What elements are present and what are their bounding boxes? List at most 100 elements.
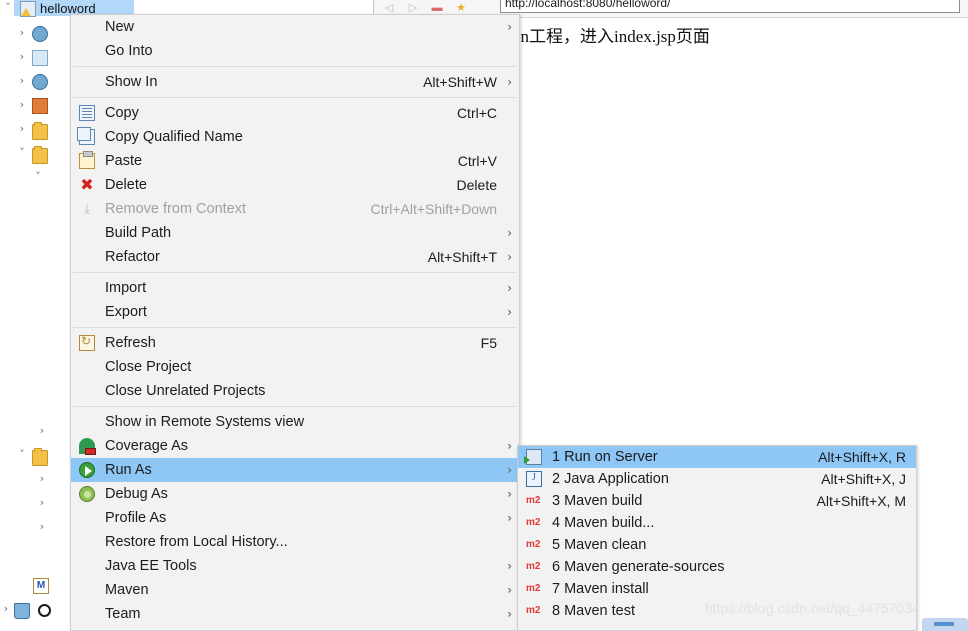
menu-item-shortcut: Ctrl+V [457, 153, 497, 169]
screen: ◁ ▷ ▬ ★ http://localhost:8080/helloword/… [0, 0, 968, 631]
chevron-right-icon[interactable]: › [16, 122, 28, 135]
menu-item-label: Build Path [105, 225, 172, 241]
menu-item-run-as[interactable]: Run As › [71, 458, 519, 482]
menu-item-refactor[interactable]: Refactor Alt+Shift+T › [71, 245, 519, 269]
menu-item-label: Import [105, 280, 147, 296]
copy-qualified-name-icon [77, 127, 95, 145]
chevron-right-icon[interactable]: › [36, 424, 48, 437]
submenu-item-3-maven-build[interactable]: m2 3 Maven build Alt+Shift+X, M [518, 490, 916, 512]
chevron-right-icon[interactable]: › [16, 50, 28, 63]
submenu-item-7-maven-install[interactable]: m2 7 Maven install [518, 578, 916, 600]
menu-item-shortcut: Delete [456, 177, 497, 193]
menu-item-shortcut: Alt+Shift+T [427, 249, 497, 265]
javascript-resources-icon [32, 74, 48, 90]
menu-item-close-project[interactable]: Close Project [71, 355, 519, 379]
chevron-right-icon: › [507, 75, 512, 89]
submenu-item-5-maven-clean[interactable]: m2 5 Maven clean [518, 534, 916, 556]
menu-item-coverage-as[interactable]: Coverage As › [71, 434, 519, 458]
folder-open-icon [32, 448, 48, 466]
menu-item-label: Close Unrelated Projects [105, 383, 266, 399]
menu-item-label: Paste [105, 153, 143, 169]
java-resources-icon [32, 50, 48, 66]
menu-item-build-path[interactable]: Build Path › [71, 221, 519, 245]
submenu-item-label: 2 Java Application [552, 471, 669, 487]
menu-item-refresh[interactable]: Refresh F5 [71, 331, 519, 355]
chevron-right-icon[interactable]: › [36, 520, 48, 533]
menu-item-shortcut: Ctrl+Alt+Shift+Down [370, 201, 497, 217]
url-input[interactable]: http://localhost:8080/helloword/ [500, 0, 960, 13]
submenu-item-label: 3 Maven build [552, 493, 643, 509]
menu-item-team[interactable]: Team › [71, 602, 519, 626]
menu-item-delete[interactable]: ✖ Delete Delete [71, 173, 519, 197]
m2-icon: m2 [526, 561, 541, 572]
forward-arrow-icon[interactable]: ▷ [406, 1, 420, 15]
page-body-text: en工程，进入index.jsp页面 [513, 27, 710, 46]
chevron-right-icon: › [507, 607, 512, 621]
copy-icon [79, 105, 95, 121]
deployment-descriptor-icon [32, 26, 48, 42]
menu-item-debug-as[interactable]: Debug As › [71, 482, 519, 506]
menu-item-label: Close Project [105, 359, 192, 375]
submenu-item-label: 1 Run on Server [552, 449, 658, 465]
menu-item-maven[interactable]: Maven › [71, 578, 519, 602]
menu-item-paste[interactable]: Paste Ctrl+V [71, 149, 519, 173]
menu-item-label: Refresh [105, 335, 156, 351]
submenu-item-label: 8 Maven test [552, 603, 636, 619]
submenu-item-label: 7 Maven install [552, 581, 649, 597]
m2-icon: m2 [526, 495, 541, 506]
menu-separator [73, 97, 517, 98]
menu-item-export[interactable]: Export › [71, 300, 519, 324]
menu-item-go-into[interactable]: Go Into [71, 39, 519, 63]
submenu-item-6-maven-generate-sources[interactable]: m2 6 Maven generate-sources [518, 556, 916, 578]
menu-item-show-in[interactable]: Show In Alt+Shift+W › [71, 70, 519, 94]
menu-item-show-in-remote-systems-view[interactable]: Show in Remote Systems view [71, 410, 519, 434]
menu-item-compare-with[interactable]: Compare With› [71, 626, 519, 631]
menu-item-label: Export [105, 304, 147, 320]
menu-item-import[interactable]: Import › [71, 276, 519, 300]
menu-item-close-unrelated-projects[interactable]: Close Unrelated Projects [71, 379, 519, 403]
chevron-down-icon[interactable]: ˅ [16, 448, 28, 461]
java-project-icon [20, 1, 36, 17]
menu-item-remove-from-context: ⤓ Remove from Context Ctrl+Alt+Shift+Down [71, 197, 519, 221]
submenu-item-4-maven-build[interactable]: m2 4 Maven build... [518, 512, 916, 534]
submenu-item-label: 5 Maven clean [552, 537, 647, 553]
chevron-right-icon[interactable]: › [16, 98, 28, 111]
menu-item-new[interactable]: New › [71, 15, 519, 39]
menu-item-label: Run As [105, 462, 152, 478]
submenu-item-2-java-application[interactable]: 2 Java Application Alt+Shift+X, J [518, 468, 916, 490]
chevron-right-icon[interactable]: › [36, 472, 48, 485]
menu-item-profile-as[interactable]: Profile As › [71, 506, 519, 530]
folder-open-icon [32, 146, 48, 164]
maven-pom-icon: M [33, 578, 49, 594]
chevron-down-icon[interactable]: ˅ [32, 170, 44, 183]
menu-item-label: Coverage As [105, 438, 189, 454]
chevron-right-icon[interactable]: › [36, 496, 48, 509]
back-arrow-icon[interactable]: ◁ [382, 1, 396, 15]
stop-icon[interactable]: ▬ [430, 1, 444, 15]
java-application-icon [526, 471, 542, 487]
chevron-down-icon[interactable]: ˅ [16, 146, 28, 159]
menu-item-java-ee-tools[interactable]: Java EE Tools › [71, 554, 519, 578]
chevron-right-icon: › [507, 226, 512, 240]
menu-item-restore-from-local-history[interactable]: Restore from Local History... [71, 530, 519, 554]
context-menu[interactable]: New › Go Into Show In Alt+Shift+W › Copy Ctrl+C… [70, 14, 520, 631]
menu-separator [73, 327, 517, 328]
menu-item-label: New [105, 19, 135, 35]
chevron-right-icon: › [507, 20, 512, 34]
delete-icon: ✖ [80, 175, 94, 194]
chevron-right-icon: › [507, 439, 512, 453]
chevron-right-icon: › [507, 463, 512, 477]
remove-from-context-icon: ⤓ [84, 201, 90, 216]
servers-icon [14, 603, 30, 619]
chevron-right-icon[interactable]: › [16, 74, 28, 87]
chevron-right-icon: › [507, 583, 512, 597]
submenu-item-shortcut: Alt+Shift+X, R [818, 449, 906, 465]
chevron-down-icon[interactable]: ˅ [2, 1, 14, 14]
bookmark-icon[interactable]: ★ [454, 1, 468, 15]
menu-item-copy-qualified-name[interactable]: Copy Qualified Name [71, 125, 519, 149]
chevron-right-icon[interactable]: › [16, 26, 28, 39]
submenu-item-1-run-on-server[interactable]: 1 Run on Server Alt+Shift+X, R [518, 446, 916, 468]
chevron-right-icon[interactable]: › [0, 602, 12, 615]
menu-item-copy[interactable]: Copy Ctrl+C [71, 101, 519, 125]
chevron-right-icon: › [507, 281, 512, 295]
